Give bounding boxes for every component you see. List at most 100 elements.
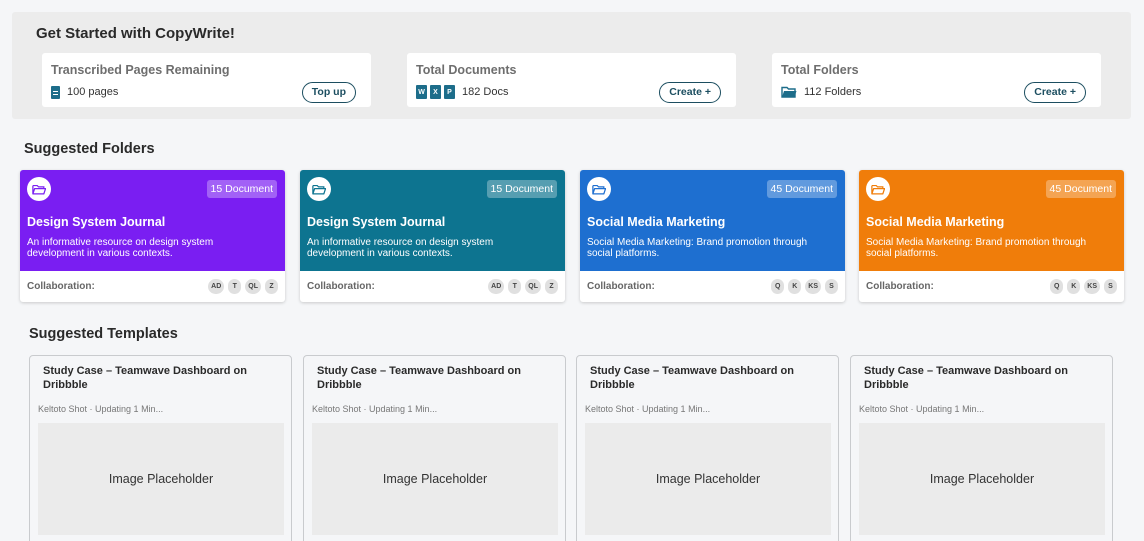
template-image-placeholder: Image Placeholder xyxy=(312,423,558,535)
document-count-badge: 15 Document xyxy=(486,180,557,198)
collaborator-avatars: AD T QL Z xyxy=(208,279,278,294)
avatar[interactable]: Z xyxy=(545,279,558,294)
stat-row: W X P 182 Docs xyxy=(416,84,508,100)
template-meta: Keltoto Shot · Updating 1 Min... xyxy=(312,404,438,414)
folder-card[interactable]: 15 Document Design System Journal An infor… xyxy=(20,170,285,302)
template-meta: Keltoto Shot · Updating 1 Min... xyxy=(585,404,711,414)
folder-card[interactable]: 45 Document Social Media Marketing Social … xyxy=(580,170,845,302)
avatar[interactable]: K xyxy=(1067,279,1081,294)
collaborator-avatars: AD T QL Z xyxy=(488,279,558,294)
image-placeholder-label: Image Placeholder xyxy=(108,472,214,486)
template-meta: Keltoto Shot · Updating 1 Min... xyxy=(38,404,164,414)
avatar[interactable]: Q xyxy=(1050,279,1064,294)
template-card[interactable]: Study Case – Teamwave Dashboard on Dribb… xyxy=(29,355,292,541)
folder-avatar xyxy=(27,177,51,201)
avatar[interactable]: Z xyxy=(265,279,278,294)
folder-description: Social Media Marketing: Brand promotion … xyxy=(587,237,808,259)
suggested-folders-title: Suggested Folders xyxy=(24,141,155,157)
folder-card[interactable]: 15 Document Design System Journal An infor… xyxy=(300,170,565,302)
template-image-placeholder: Image Placeholder xyxy=(859,423,1105,535)
avatar[interactable]: Q xyxy=(771,279,785,294)
top-up-button[interactable]: Top up xyxy=(301,82,356,103)
folder-title: Design System Journal xyxy=(27,215,166,229)
collaborator-avatars: Q K KS S xyxy=(1050,279,1117,294)
folder-card-header: 15 Document Design System Journal An infor… xyxy=(20,170,285,271)
stat-value: 112 Folders xyxy=(804,86,862,98)
collaboration-row: Collaboration: AD T QL Z xyxy=(300,271,565,302)
stat-label: Total Folders xyxy=(781,63,859,77)
folder-open-icon xyxy=(592,184,606,194)
template-image-placeholder: Image Placeholder xyxy=(38,423,284,535)
folder-description: An informative resource on design system… xyxy=(27,237,214,259)
folder-avatar xyxy=(307,177,331,201)
template-card[interactable]: Study Case – Teamwave Dashboard on Dribb… xyxy=(576,355,839,541)
excel-icon: X xyxy=(430,85,441,99)
stat-label: Transcribed Pages Remaining xyxy=(51,63,230,77)
stat-card-documents: Total Documents W X P 182 Docs Create + xyxy=(407,53,736,107)
avatar[interactable]: K xyxy=(788,279,802,294)
stat-card-pages: Transcribed Pages Remaining 100 pages To… xyxy=(42,53,371,107)
template-card[interactable]: Study Case – Teamwave Dashboard on Dribb… xyxy=(303,355,566,541)
avatar[interactable]: QL xyxy=(525,279,541,294)
image-placeholder-label: Image Placeholder xyxy=(655,472,761,486)
avatar[interactable]: KS xyxy=(1084,279,1100,294)
avatar[interactable]: S xyxy=(825,279,838,294)
folder-card-header: 45 Document Social Media Marketing Social … xyxy=(580,170,845,271)
avatar[interactable]: S xyxy=(1104,279,1117,294)
avatar[interactable]: QL xyxy=(245,279,261,294)
folder-title: Design System Journal xyxy=(307,215,446,229)
stat-row: 100 pages xyxy=(51,84,118,100)
folder-title: Social Media Marketing xyxy=(587,215,726,229)
image-placeholder-label: Image Placeholder xyxy=(929,472,1035,486)
collaboration-row: Collaboration: Q K KS S xyxy=(580,271,845,302)
collaboration-row: Collaboration: AD T QL Z xyxy=(20,271,285,302)
avatar[interactable]: T xyxy=(228,279,242,294)
folder-open-icon xyxy=(871,184,885,194)
document-count-badge: 15 Document xyxy=(206,180,277,198)
avatar[interactable]: AD xyxy=(208,279,225,294)
stat-value: 182 Docs xyxy=(462,86,509,98)
collaborator-avatars: Q K KS S xyxy=(771,279,838,294)
pdf-icon: P xyxy=(444,85,455,99)
template-title: Study Case – Teamwave Dashboard on Dribb… xyxy=(43,365,247,391)
word-icon: W xyxy=(416,85,427,99)
get-started-banner: Get Started with CopyWrite! Transcribed … xyxy=(12,12,1131,119)
image-placeholder-label: Image Placeholder xyxy=(382,472,488,486)
document-count-badge: 45 Document xyxy=(766,180,837,198)
collaboration-label: Collaboration: xyxy=(866,281,934,292)
template-title: Study Case – Teamwave Dashboard on Dribb… xyxy=(317,365,521,391)
stat-label: Total Documents xyxy=(416,63,517,77)
template-card[interactable]: Study Case – Teamwave Dashboard on Dribb… xyxy=(850,355,1113,541)
stat-card-folders: Total Folders 112 Folders Create + xyxy=(772,53,1101,107)
folder-icon xyxy=(781,86,797,98)
folder-card-header: 15 Document Design System Journal An infor… xyxy=(300,170,565,271)
folder-card[interactable]: 45 Document Social Media Marketing Social … xyxy=(859,170,1124,302)
collaboration-label: Collaboration: xyxy=(587,281,655,292)
folder-description: Social Media Marketing: Brand promotion … xyxy=(866,237,1087,259)
template-title: Study Case – Teamwave Dashboard on Dribb… xyxy=(864,365,1068,391)
collaboration-label: Collaboration: xyxy=(27,281,95,292)
folder-title: Social Media Marketing xyxy=(866,215,1005,229)
collaboration-label: Collaboration: xyxy=(307,281,375,292)
template-image-placeholder: Image Placeholder xyxy=(585,423,831,535)
folder-open-icon xyxy=(32,184,46,194)
template-meta: Keltoto Shot · Updating 1 Min... xyxy=(859,404,985,414)
collaboration-row: Collaboration: Q K KS S xyxy=(859,271,1124,302)
stat-row: 112 Folders xyxy=(781,84,861,100)
template-title: Study Case – Teamwave Dashboard on Dribb… xyxy=(590,365,794,391)
folder-open-icon xyxy=(312,184,326,194)
avatar[interactable]: KS xyxy=(805,279,821,294)
avatar[interactable]: AD xyxy=(488,279,505,294)
folder-avatar xyxy=(866,177,890,201)
create-folder-button[interactable]: Create + xyxy=(1024,82,1086,103)
suggested-templates-title: Suggested Templates xyxy=(29,326,178,342)
folder-card-header: 45 Document Social Media Marketing Social … xyxy=(859,170,1124,271)
folder-description: An informative resource on design system… xyxy=(307,237,494,259)
file-icon xyxy=(51,85,60,99)
stat-value: 100 pages xyxy=(67,86,119,98)
page-title: Get Started with CopyWrite! xyxy=(36,25,235,42)
document-count-badge: 45 Document xyxy=(1045,180,1116,198)
folder-avatar xyxy=(587,177,611,201)
create-document-button[interactable]: Create + xyxy=(659,82,721,103)
avatar[interactable]: T xyxy=(508,279,522,294)
